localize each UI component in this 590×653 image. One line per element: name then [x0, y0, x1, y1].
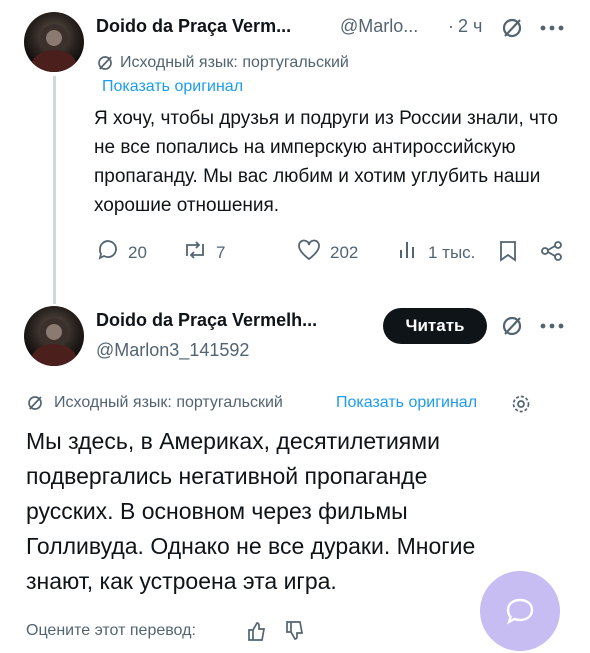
like-icon	[296, 238, 322, 267]
translation-note: Исходный язык: португальский	[120, 54, 349, 71]
author-name[interactable]: Doido da Praça Verm...	[96, 16, 291, 37]
thumbs-down-icon[interactable]	[284, 620, 306, 642]
chat-icon	[504, 595, 536, 632]
thread-line	[53, 76, 56, 304]
views-button[interactable]: 1 тыс.	[398, 238, 475, 267]
repost-icon	[182, 238, 208, 267]
separator: ·	[448, 16, 454, 36]
grok-icon[interactable]	[500, 16, 524, 40]
author-handle[interactable]: @Marlo...	[340, 16, 418, 37]
rate-translation-label: Оцените этот перевод:	[26, 622, 196, 639]
show-original-link[interactable]: Показать оригинал	[102, 78, 243, 96]
author-handle-2[interactable]: @Marlon3_141592	[96, 340, 249, 361]
author-name-2[interactable]: Doido da Praça Vermelh...	[96, 310, 317, 331]
more-icon[interactable]	[540, 24, 564, 32]
settings-icon[interactable]	[511, 394, 531, 414]
show-original-link-2[interactable]: Показать оригинал	[336, 394, 477, 412]
tweet-text-2: Мы здесь, в Америках, десятилетиями подв…	[26, 428, 476, 594]
timestamp[interactable]: 2 ч	[458, 16, 482, 37]
like-button[interactable]: 202	[296, 238, 358, 267]
author-avatar[interactable]	[24, 12, 84, 72]
views-count: 1 тыс.	[428, 242, 476, 262]
translation-note-2: Исходный язык: португальский	[54, 394, 283, 411]
translate-icon	[96, 54, 114, 72]
views-icon	[398, 238, 420, 267]
follow-button[interactable]: Читать	[383, 308, 487, 344]
thumbs-up-icon[interactable]	[246, 620, 268, 642]
like-count: 202	[330, 242, 359, 262]
reply-count: 20	[128, 242, 147, 262]
repost-count: 7	[216, 242, 226, 262]
bookmark-icon[interactable]	[498, 240, 518, 262]
reply-icon	[96, 238, 120, 267]
author-avatar-2[interactable]	[24, 306, 84, 366]
repost-button[interactable]: 7	[182, 238, 225, 267]
translate-icon-2	[26, 394, 44, 412]
share-icon[interactable]	[540, 240, 564, 262]
grok-icon-2[interactable]	[500, 314, 524, 338]
chat-fab[interactable]	[480, 571, 560, 651]
reply-button[interactable]: 20	[96, 238, 147, 267]
more-icon-2[interactable]	[540, 322, 564, 330]
tweet-text: Я хочу, чтобы друзья и подруги из России…	[94, 108, 558, 216]
